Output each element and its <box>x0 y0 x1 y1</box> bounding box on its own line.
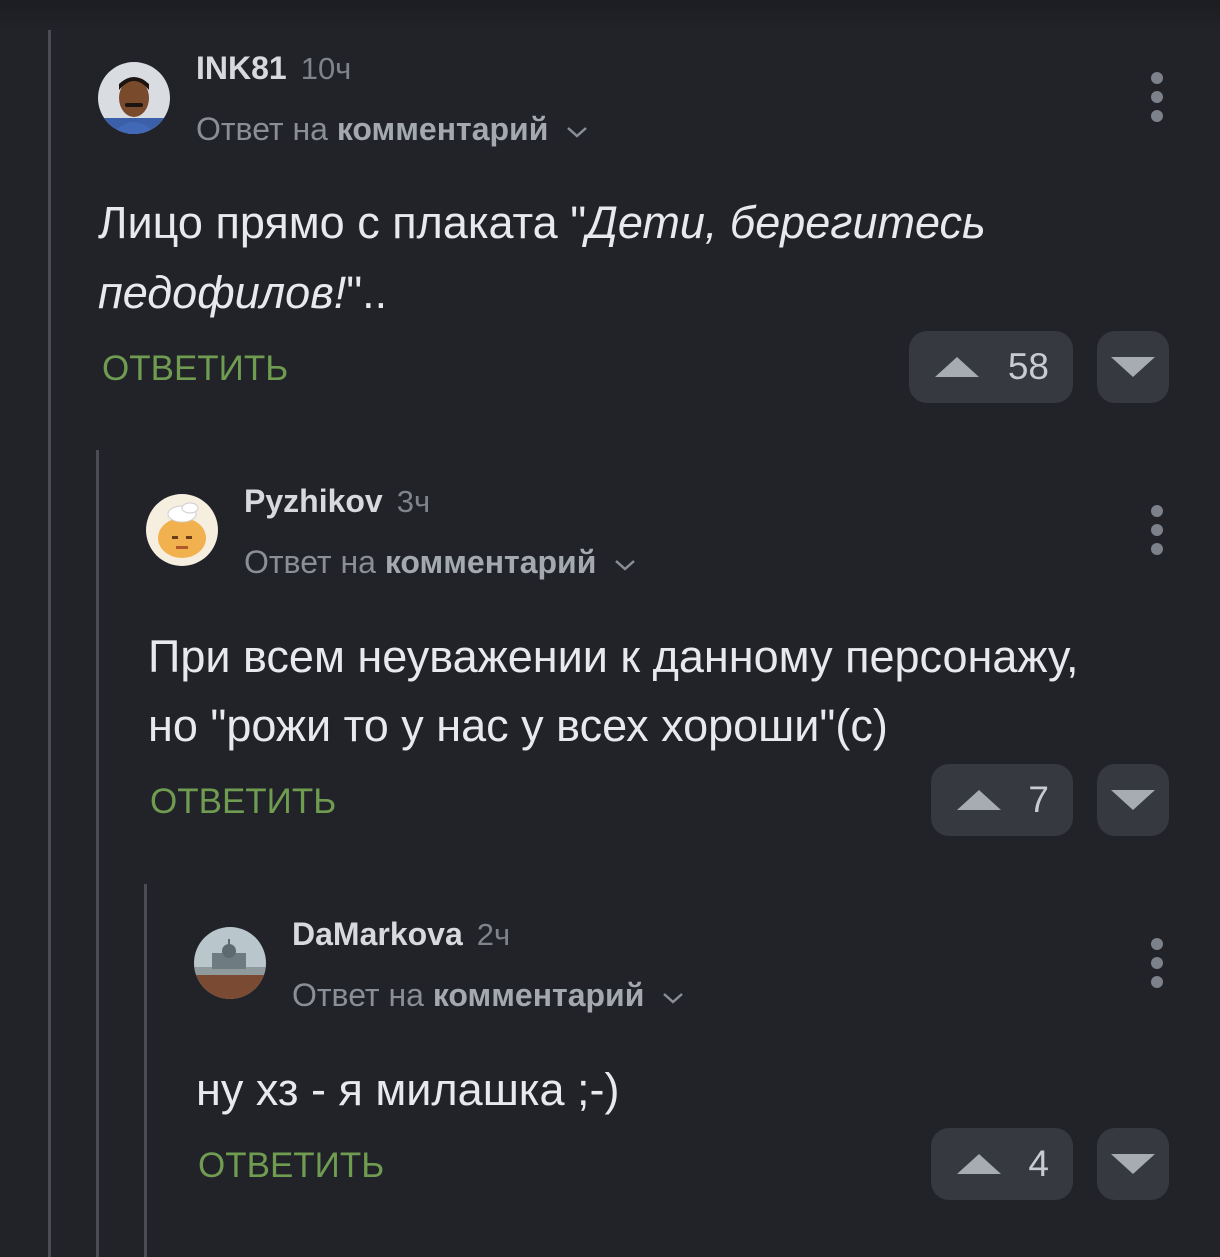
more-options-icon[interactable] <box>1149 938 1165 988</box>
cartoon-avatar-icon <box>146 494 218 566</box>
reply-button[interactable]: ОТВЕТИТЬ <box>102 349 288 389</box>
chevron-down-icon <box>567 126 588 138</box>
avatar[interactable] <box>194 927 266 999</box>
comment-text-line2: педофилов!".. <box>98 267 388 318</box>
user-photo-avatar-icon <box>98 62 170 134</box>
username[interactable]: INK81 10ч <box>196 50 351 87</box>
upvote-button[interactable]: 7 <box>931 764 1073 836</box>
username[interactable]: DaMarkova 2ч <box>292 916 510 953</box>
comment-text-line2: но "рожи то у нас у всех хороши"(с) <box>148 700 888 751</box>
reply-prefix: Ответ на <box>292 977 424 1013</box>
downvote-triangle-icon <box>1111 1154 1155 1174</box>
downvote-button[interactable] <box>1097 764 1169 836</box>
timestamp: 3ч <box>396 484 431 519</box>
more-options-icon[interactable] <box>1149 505 1165 555</box>
comments-page: INK81 10ч Ответ на комментарий Лицо прямо… <box>0 0 1220 1257</box>
chevron-down-icon <box>663 992 684 1004</box>
rating: 58 <box>1007 346 1049 387</box>
reply-to-link[interactable]: Ответ на комментарий <box>292 977 685 1014</box>
avatar[interactable] <box>146 494 218 566</box>
downvote-triangle-icon <box>1111 357 1155 377</box>
rating: 4 <box>1028 1143 1049 1184</box>
reply-button[interactable]: ОТВЕТИТЬ <box>150 782 336 822</box>
upvote-button[interactable]: 58 <box>909 331 1073 403</box>
timestamp: 10ч <box>300 51 352 86</box>
comment-text: При всем неуважении к данному персонажу, <box>148 631 1079 682</box>
thread-line-level-3 <box>144 884 147 1257</box>
upvote-triangle-icon <box>957 790 1001 810</box>
reply-prefix: Ответ на <box>244 544 376 580</box>
reply-target: комментарий <box>432 977 645 1013</box>
thread-line-level-1 <box>48 30 51 1257</box>
chevron-down-icon <box>615 559 636 571</box>
comment-text: ну хз - я милашка ;-) <box>196 1064 620 1115</box>
username[interactable]: Pyzhikov 3ч <box>244 483 430 520</box>
downvote-triangle-icon <box>1111 790 1155 810</box>
rating: 7 <box>1028 779 1049 820</box>
reply-target: комментарий <box>336 111 549 147</box>
upvote-triangle-icon <box>957 1154 1001 1174</box>
downvote-button[interactable] <box>1097 1128 1169 1200</box>
comment-text: Лицо прямо с плаката "Дети, берегитесь <box>98 197 986 248</box>
downvote-button[interactable] <box>1097 331 1169 403</box>
reply-button[interactable]: ОТВЕТИТЬ <box>198 1146 384 1186</box>
timestamp: 2ч <box>476 917 511 952</box>
reply-target: комментарий <box>384 544 597 580</box>
upvote-button[interactable]: 4 <box>931 1128 1073 1200</box>
landscape-avatar-icon <box>194 927 266 999</box>
upvote-triangle-icon <box>935 357 979 377</box>
reply-to-link[interactable]: Ответ на комментарий <box>196 111 589 148</box>
more-options-icon[interactable] <box>1149 72 1165 122</box>
reply-to-link[interactable]: Ответ на комментарий <box>244 544 637 581</box>
reply-prefix: Ответ на <box>196 111 328 147</box>
avatar[interactable] <box>98 62 170 134</box>
top-shadow <box>0 0 1220 30</box>
thread-line-level-2 <box>96 450 99 1257</box>
